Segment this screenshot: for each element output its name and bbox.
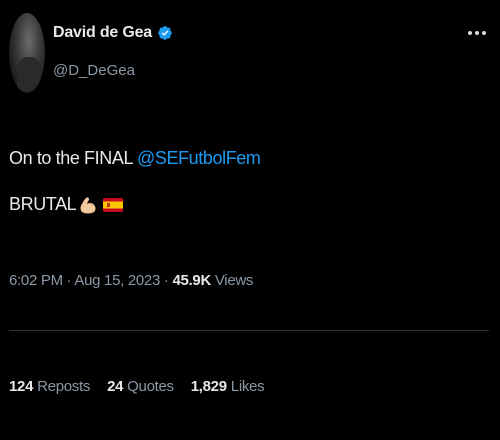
likes-stat[interactable]: 1,829 Likes xyxy=(191,378,265,395)
tweet-meta: 6:02 PM · Aug 15, 2023 · 45.9K Views xyxy=(9,272,253,289)
quotes-stat[interactable]: 24 Quotes xyxy=(107,378,174,395)
likes-label: Likes xyxy=(230,378,265,395)
meta-separator: · xyxy=(160,272,173,289)
spain-flag-emoji-icon xyxy=(102,195,124,215)
reposts-stat[interactable]: 124 Reposts xyxy=(9,378,90,395)
tweet-text-line-2: BRUTAL xyxy=(9,194,124,215)
more-options-icon[interactable] xyxy=(468,30,488,36)
quotes-count: 24 xyxy=(107,378,124,395)
flexed-biceps-emoji-icon xyxy=(78,195,100,215)
divider xyxy=(9,330,489,331)
tweet-text-brutal: BRUTAL xyxy=(9,194,77,214)
reposts-label: Reposts xyxy=(37,378,91,395)
tweet-card: David de Gea @D_DeGea On to the FINAL @S… xyxy=(0,0,500,440)
likes-count: 1,829 xyxy=(190,378,227,395)
views-label: Views xyxy=(214,272,254,289)
author-display-name[interactable]: David de Gea xyxy=(53,24,152,42)
views-count: 45.9K xyxy=(172,272,211,289)
tweet-text-line-1: On to the FINAL @SEFutbolFem xyxy=(9,148,261,169)
tweet-date[interactable]: Aug 15, 2023 xyxy=(74,272,160,289)
engagement-stats: 124 Reposts 24 Quotes 1,829 Likes xyxy=(9,378,265,395)
tweet-text-prefix: On to the FINAL xyxy=(9,148,137,168)
reposts-count: 124 xyxy=(9,378,34,395)
author-name-row: David de Gea xyxy=(53,24,173,42)
verified-badge-icon[interactable] xyxy=(157,25,173,41)
quotes-label: Quotes xyxy=(127,378,174,395)
mention-link[interactable]: @SEFutbolFem xyxy=(137,148,261,168)
meta-separator: · xyxy=(62,272,75,289)
tweet-time[interactable]: 6:02 PM xyxy=(9,272,63,289)
author-handle[interactable]: @D_DeGea xyxy=(53,62,135,79)
avatar[interactable] xyxy=(9,13,45,93)
